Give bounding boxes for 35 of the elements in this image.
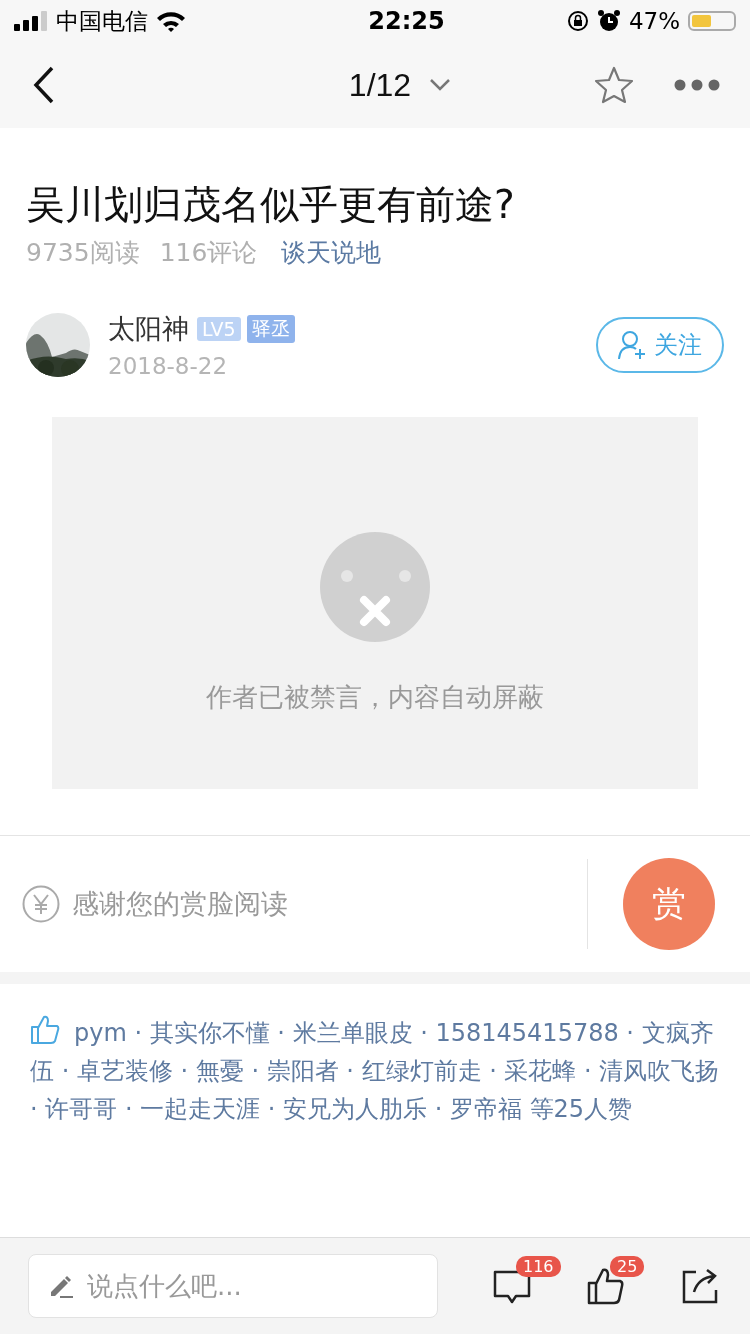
follow-button[interactable]: 关注 (596, 317, 724, 373)
carrier-name: 中国电信 (56, 6, 148, 36)
count-badge: 116 (516, 1256, 561, 1277)
add-user-icon (618, 330, 646, 360)
wifi-icon (156, 10, 186, 32)
battery-icon (688, 11, 736, 31)
status-time: 22:25 (368, 7, 445, 35)
back-icon[interactable] (32, 66, 56, 104)
thumbs-up-icon (30, 1014, 60, 1044)
user-badge: 驿丞 (246, 315, 295, 343)
author-name[interactable]: 太阳神 (108, 311, 189, 347)
battery-percent: 47% (628, 8, 680, 34)
alarm-clock-icon (596, 9, 621, 33)
count-badge: 25 (610, 1256, 645, 1277)
pencil-icon (48, 1273, 74, 1299)
page-selector[interactable]: 1/12 (348, 66, 452, 104)
star-icon[interactable] (594, 66, 634, 104)
category-link[interactable]: 谈天说地 (281, 236, 382, 269)
muted-face-icon (320, 531, 430, 642)
chevron-down-icon (429, 78, 452, 92)
share-icon[interactable] (680, 1266, 720, 1306)
post-date: 2018-8-22 (108, 353, 229, 379)
signal-icon (14, 11, 48, 31)
yen-icon (22, 885, 60, 923)
likers-list: pym · 其实你不懂 · 米兰单眼皮 · 158145415788 · 文疯齐伍 · 卓艺装修 · 無憂 · 崇阳者 · 红绿灯前走 · 采花蜂 · 清风吹飞扬 · 许哥哥 · 一起走天涯 · 安兄为人肋乐 · 罗帝福 等25人赞 (30, 1014, 722, 1128)
user-badge: LV5 (197, 317, 241, 341)
reward-prompt: 感谢您的赏脸阅读 (72, 887, 288, 921)
read-count: 9735阅读 (26, 237, 140, 269)
rotation-lock-icon (566, 10, 589, 32)
comment-input[interactable]: 说点什么吧... (28, 1254, 438, 1318)
blocked-message: 作者已被禁言，内容自动屏蔽 (206, 680, 544, 714)
comment-count: 116评论 (159, 237, 258, 269)
reward-button[interactable]: 赏 (623, 858, 715, 950)
more-icon[interactable] (674, 79, 720, 91)
article-title: 吴川划归茂名似乎更有前途? (26, 181, 516, 229)
